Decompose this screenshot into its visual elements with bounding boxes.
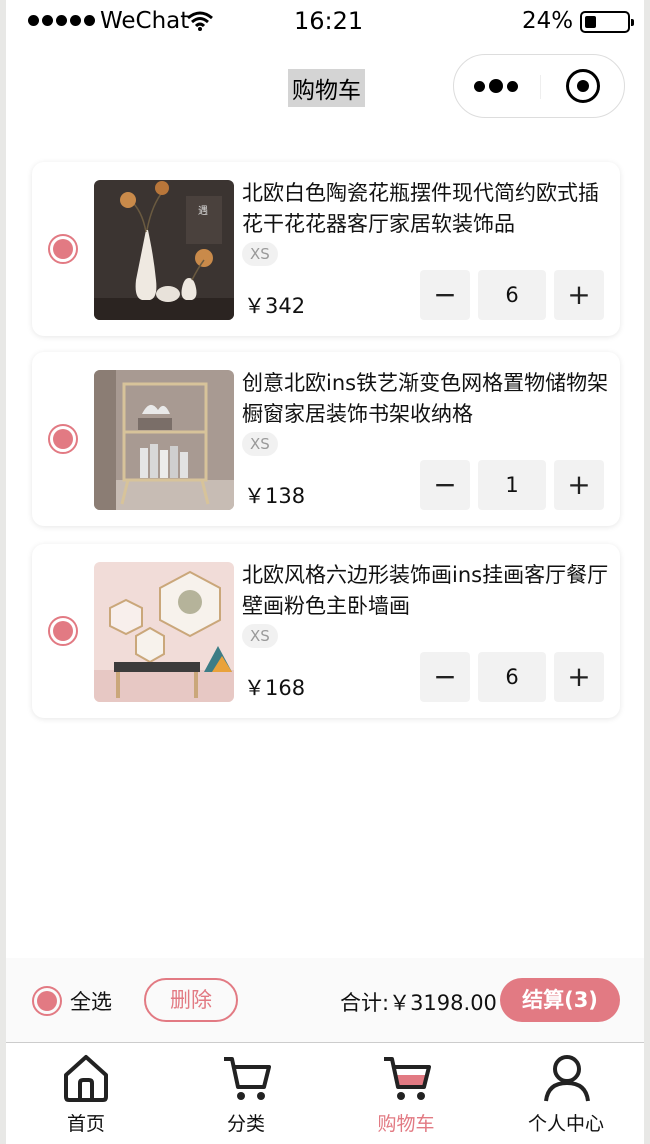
tab-label: 首页 xyxy=(66,1113,105,1135)
quantity-value[interactable]: 1 xyxy=(478,460,546,510)
signal-icon xyxy=(28,15,95,26)
quantity-value[interactable]: 6 xyxy=(478,652,546,702)
wifi-icon xyxy=(187,11,213,31)
home-icon xyxy=(64,1055,108,1102)
item-price: ￥168 xyxy=(244,676,306,700)
cart-item: 创意北欧ins铁艺渐变色网格置物储物架橱窗家居装饰书架收纳格 XS ￥138 −… xyxy=(32,352,620,526)
clock: 16:21 xyxy=(294,7,364,35)
mini-program-capsule[interactable] xyxy=(453,54,625,118)
size-tag: XS xyxy=(242,242,278,266)
capsule-divider xyxy=(540,75,541,99)
increase-button[interactable]: + xyxy=(554,270,604,320)
quantity-stepper: − 6 + xyxy=(420,652,604,702)
tab-home[interactable]: 首页 xyxy=(6,1043,166,1143)
decrease-button[interactable]: − xyxy=(420,270,470,320)
svg-text:遇: 遇 xyxy=(198,205,208,217)
select-all-radio[interactable] xyxy=(32,986,62,1016)
item-name[interactable]: 北欧白色陶瓷花瓶摆件现代简约欧式插花干花花器客厅家居软装饰品 xyxy=(242,178,610,240)
tab-profile[interactable]: 个人中心 xyxy=(486,1043,646,1143)
tab-category[interactable]: 分类 xyxy=(166,1043,326,1143)
size-tag: XS xyxy=(242,432,278,456)
decrease-button[interactable]: − xyxy=(420,652,470,702)
battery-percent: 24% xyxy=(522,8,574,34)
product-image-shelf[interactable] xyxy=(94,370,234,510)
item-select-radio[interactable] xyxy=(48,424,78,454)
tab-bar: 首页 分类 购物车 个人中心 xyxy=(6,1042,644,1144)
select-all-label[interactable]: 全选 xyxy=(70,986,112,1016)
battery-icon xyxy=(580,11,634,33)
delete-button[interactable]: 删除 xyxy=(144,978,238,1022)
item-name[interactable]: 北欧风格六边形装饰画ins挂画客厅餐厅壁画粉色主卧墙画 xyxy=(242,560,610,622)
quantity-stepper: − 6 + xyxy=(420,270,604,320)
item-select-radio[interactable] xyxy=(48,616,78,646)
quantity-stepper: − 1 + xyxy=(420,460,604,510)
item-name[interactable]: 创意北欧ins铁艺渐变色网格置物储物架橱窗家居装饰书架收纳格 xyxy=(242,368,610,430)
product-image-vase[interactable]: 遇 xyxy=(94,180,234,320)
tab-cart[interactable]: 购物车 xyxy=(326,1043,486,1143)
product-image-wall-art[interactable] xyxy=(94,562,234,702)
tab-label: 个人中心 xyxy=(527,1113,604,1135)
quantity-value[interactable]: 6 xyxy=(478,270,546,320)
tab-label: 分类 xyxy=(226,1113,265,1135)
person-icon xyxy=(544,1055,590,1102)
page-title: 购物车 xyxy=(288,69,365,107)
checkout-button[interactable]: 结算(3) xyxy=(500,978,620,1022)
cart-item: 遇 北欧白色陶瓷花瓶摆件现代简约欧式插花干花花器客厅家居软装饰品 XS ￥342… xyxy=(32,162,620,336)
target-icon[interactable] xyxy=(566,69,600,103)
tab-label: 购物车 xyxy=(377,1113,435,1135)
increase-button[interactable]: + xyxy=(554,652,604,702)
checkout-bar: 全选 删除 合计:￥3198.00 结算(3) xyxy=(6,958,644,1042)
item-price: ￥342 xyxy=(244,294,306,318)
phone-screen: WeChat 16:21 24% 购物车 遇 北欧白色陶瓷花瓶摆件现代简约欧式插… xyxy=(6,0,644,1144)
cart-filled-icon xyxy=(384,1057,431,1100)
carrier-name: WeChat xyxy=(100,8,190,34)
more-icon[interactable] xyxy=(474,79,518,93)
size-tag: XS xyxy=(242,624,278,648)
cart-outline-icon xyxy=(224,1057,271,1100)
cart-item: 北欧风格六边形装饰画ins挂画客厅餐厅壁画粉色主卧墙画 XS ￥168 − 6 … xyxy=(32,544,620,718)
item-select-radio[interactable] xyxy=(48,234,78,264)
status-bar: WeChat 16:21 24% xyxy=(6,0,644,44)
total-amount: 合计:￥3198.00 xyxy=(340,991,497,1015)
item-price: ￥138 xyxy=(244,484,306,508)
increase-button[interactable]: + xyxy=(554,460,604,510)
decrease-button[interactable]: − xyxy=(420,460,470,510)
